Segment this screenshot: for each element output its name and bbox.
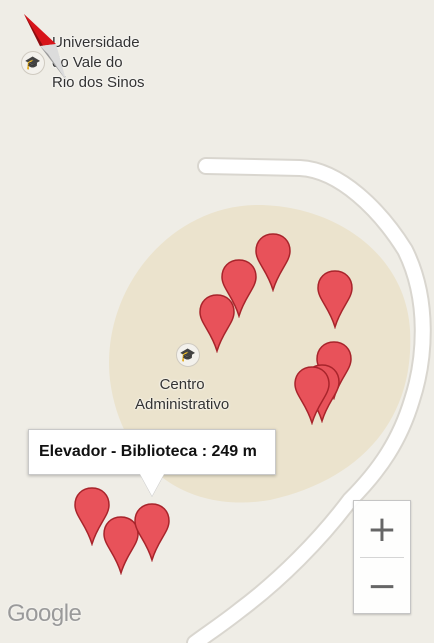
- google-logo: Google: [7, 600, 82, 627]
- map-marker[interactable]: [132, 502, 172, 563]
- zoom-out-button[interactable]: −: [354, 558, 410, 614]
- map-marker[interactable]: [197, 293, 237, 354]
- map-marker[interactable]: [292, 365, 332, 426]
- map-view[interactable]: 🎓 Universidade do Vale do Rio dos Sinos …: [0, 0, 434, 643]
- info-window-text: Elevador - Biblioteca : 249 m: [39, 443, 257, 460]
- info-window[interactable]: Elevador - Biblioteca : 249 m: [28, 429, 276, 475]
- zoom-in-button[interactable]: +: [354, 501, 410, 557]
- map-marker[interactable]: [253, 232, 293, 293]
- info-window-tail: [140, 474, 164, 496]
- compass-icon[interactable]: [18, 10, 74, 82]
- map-marker[interactable]: [315, 269, 355, 330]
- poi-label-centro-administrativo[interactable]: Centro Administrativo: [135, 375, 229, 415]
- zoom-controls: + −: [353, 500, 411, 614]
